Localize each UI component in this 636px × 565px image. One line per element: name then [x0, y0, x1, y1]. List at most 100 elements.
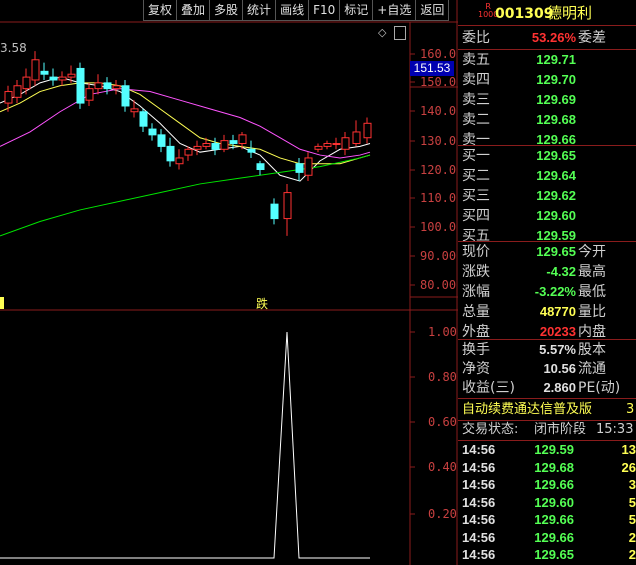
asks-price: 129.70 — [536, 72, 576, 87]
toolbar-button[interactable]: +自选 — [372, 0, 416, 21]
fundamental-value: 2.860 — [543, 380, 576, 395]
kline-chart[interactable] — [0, 0, 458, 565]
tick-price: 129.66 — [534, 529, 574, 545]
tick-volume: 5 — [628, 494, 636, 510]
candle-body — [332, 143, 341, 146]
candle-body — [363, 122, 372, 139]
asks-row: 卖五 129.71 — [458, 50, 636, 70]
tick-price: 129.59 — [534, 442, 574, 457]
indicator-tick-label: 0.80 — [428, 370, 457, 384]
collapse-button[interactable] — [394, 26, 406, 40]
asks-price: 129.71 — [536, 52, 576, 67]
candle-body — [211, 143, 220, 150]
tick-time: 14:56 — [462, 459, 496, 475]
candle-body — [175, 157, 184, 165]
diamond-icon[interactable]: ◇ — [378, 26, 386, 39]
candle-body — [121, 85, 130, 107]
candle-body — [270, 203, 279, 220]
stat-row: 涨跌 -4.32 最高 — [458, 262, 636, 282]
fundamental-right-label: PE(动) — [578, 380, 621, 396]
indicator-tick-label: 0.60 — [428, 415, 457, 429]
ad-banner[interactable]: 自动续费通达信普及版 3 — [458, 400, 636, 420]
toolbar-button[interactable]: 统计 — [242, 0, 276, 21]
fundamental-row: 收益(三) 2.860 PE(动) — [458, 378, 636, 398]
fundamental-row: 换手 5.57% 股本 — [458, 340, 636, 360]
candle-body — [112, 85, 121, 90]
ma5-line — [0, 76, 371, 182]
candle-body — [341, 137, 350, 150]
indicator-tick-label: 1.00 — [428, 325, 457, 339]
tick-time: 14:56 — [462, 512, 496, 527]
tick-price: 129.60 — [534, 494, 574, 510]
toolbar-button[interactable]: 画线 — [275, 0, 309, 21]
tick-price: 129.65 — [534, 547, 574, 562]
tick-volume: 2 — [628, 547, 636, 562]
candle-body — [202, 143, 211, 147]
bids-label: 买二 — [462, 168, 490, 184]
bids-label: 买一 — [462, 148, 490, 164]
tick-row: 14:56 129.60 5 — [458, 494, 636, 511]
bids-row: 买三 129.62 — [458, 186, 636, 206]
stat-label: 涨幅 — [462, 284, 490, 300]
tick-row: 14:56 129.66 3 — [458, 476, 636, 493]
tick-row: 14:56 129.66 5 — [458, 511, 636, 528]
bids-row: 买一 129.65 — [458, 146, 636, 166]
stat-row: 现价 129.65 今开 — [458, 242, 636, 262]
high-price-label: 3.58 — [0, 41, 27, 55]
indicator-tick-label: 0.20 — [428, 507, 457, 521]
toolbar-button[interactable]: 返回 — [415, 0, 450, 21]
candlesticks — [4, 51, 372, 236]
candle-body — [323, 143, 332, 147]
candle-body — [4, 91, 13, 104]
tick-row: 14:56 129.59 13 — [458, 441, 636, 458]
toolbar-button[interactable]: 复权 — [143, 0, 177, 21]
stat-label: 现价 — [462, 244, 490, 260]
asks-row: 卖三 129.69 — [458, 90, 636, 110]
price-tick-label: 120.0 — [420, 163, 457, 177]
bids-price: 129.64 — [536, 168, 576, 183]
fundamental-value: 5.57% — [539, 342, 576, 357]
fundamental-right-label: 流通 — [578, 361, 606, 377]
candle-body — [22, 76, 31, 90]
stat-right-label: 量比 — [578, 304, 606, 320]
candle-body — [283, 192, 292, 220]
toolbar-button[interactable]: 叠加 — [176, 0, 210, 21]
toolbar-button[interactable]: 标记 — [339, 0, 373, 21]
asks-label: 卖三 — [462, 92, 490, 108]
signal-label: 跌 — [256, 297, 269, 311]
tick-volume: 26 — [621, 459, 636, 475]
candle-body — [229, 140, 238, 145]
tick-volume: 2 — [628, 529, 636, 545]
candle-body — [352, 131, 361, 145]
price-tick-label: 90.00 — [420, 249, 457, 263]
stat-value: -3.22% — [534, 284, 576, 299]
asks-label: 卖二 — [462, 112, 490, 128]
tick-row: 14:56 129.66 2 — [458, 529, 636, 546]
asks-price: 129.69 — [536, 92, 576, 107]
candle-body — [148, 128, 157, 136]
bids-label: 买四 — [462, 208, 490, 224]
candle-body — [247, 148, 256, 153]
ma60-line — [0, 154, 371, 237]
tick-row: 14:56 129.68 26 — [458, 459, 636, 476]
toolbar-button[interactable]: 多股 — [209, 0, 243, 21]
candle-body — [94, 82, 103, 90]
indicator-tick-label: 0.40 — [428, 460, 457, 474]
trade-status: 交易状态: 闭市阶段 15:33 — [462, 422, 634, 437]
tick-price: 129.68 — [534, 459, 574, 475]
stat-value: 48770 — [539, 304, 576, 319]
candle-body — [49, 76, 58, 81]
tick-volume: 5 — [628, 512, 636, 527]
stock-header: R 1000 001309 德明利 — [458, 2, 636, 24]
stat-right-label: 今开 — [578, 244, 606, 260]
asks-row: 卖四 129.70 — [458, 70, 636, 90]
stat-row: 总量 48770 量比 — [458, 302, 636, 322]
tick-time: 14:56 — [462, 442, 496, 457]
toolbar-button[interactable]: F10 — [308, 0, 340, 21]
price-tick-label: 140.0 — [420, 104, 457, 118]
candle-body — [238, 134, 247, 145]
stat-value: -4.32 — [546, 264, 576, 279]
candle-body — [139, 111, 148, 127]
fundamental-value: 10.56 — [543, 361, 576, 376]
candle-body — [40, 70, 49, 75]
